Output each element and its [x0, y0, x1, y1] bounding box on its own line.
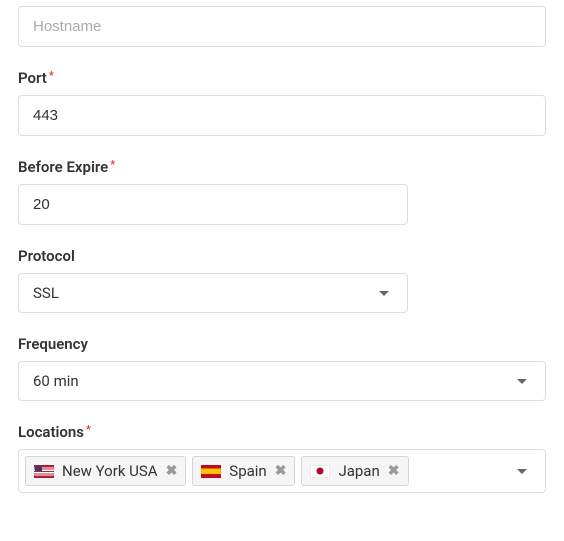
location-chip-label: Spain [229, 462, 266, 480]
required-star-icon: * [110, 158, 115, 171]
location-chip-label: Japan [338, 462, 379, 480]
port-label: Port* [18, 69, 546, 87]
chevron-down-icon [379, 291, 389, 296]
locations-multiselect[interactable]: New York USA ✖ Spain ✖ Japan ✖ [18, 449, 546, 493]
hostname-field-group [18, 6, 546, 47]
frequency-selected-value: 60 min [33, 372, 517, 390]
port-field-group: Port* [18, 69, 546, 136]
before-expire-label-text: Before Expire [18, 158, 108, 176]
frequency-label: Frequency [18, 335, 546, 353]
location-chip: Spain ✖ [192, 456, 295, 486]
protocol-selected-value: SSL [33, 284, 379, 302]
flag-jp-icon [310, 465, 330, 478]
hostname-input[interactable] [18, 6, 546, 47]
protocol-field-group: Protocol SSL [18, 247, 546, 313]
frequency-field-group: Frequency 60 min [18, 335, 546, 401]
remove-chip-icon[interactable]: ✖ [275, 464, 287, 478]
flag-es-icon [201, 465, 221, 478]
location-chip: Japan ✖ [301, 456, 408, 486]
before-expire-field-group: Before Expire* [18, 158, 546, 225]
locations-field-group: Locations* New York USA ✖ Spain ✖ Japan … [18, 423, 546, 493]
protocol-select[interactable]: SSL [18, 273, 408, 313]
port-label-text: Port [18, 69, 47, 87]
chevron-down-icon [517, 379, 527, 384]
protocol-label: Protocol [18, 247, 546, 265]
remove-chip-icon[interactable]: ✖ [388, 464, 400, 478]
required-star-icon: * [86, 423, 91, 436]
locations-label-text: Locations [18, 423, 84, 441]
location-chip: New York USA ✖ [25, 456, 186, 486]
before-expire-label: Before Expire* [18, 158, 546, 176]
locations-label: Locations* [18, 423, 546, 441]
required-star-icon: * [49, 69, 54, 82]
before-expire-input[interactable] [18, 184, 408, 225]
flag-us-icon [34, 465, 54, 478]
frequency-select[interactable]: 60 min [18, 361, 546, 401]
port-input[interactable] [18, 95, 546, 136]
remove-chip-icon[interactable]: ✖ [166, 464, 178, 478]
location-chip-label: New York USA [62, 462, 158, 480]
chevron-down-icon [517, 469, 527, 474]
